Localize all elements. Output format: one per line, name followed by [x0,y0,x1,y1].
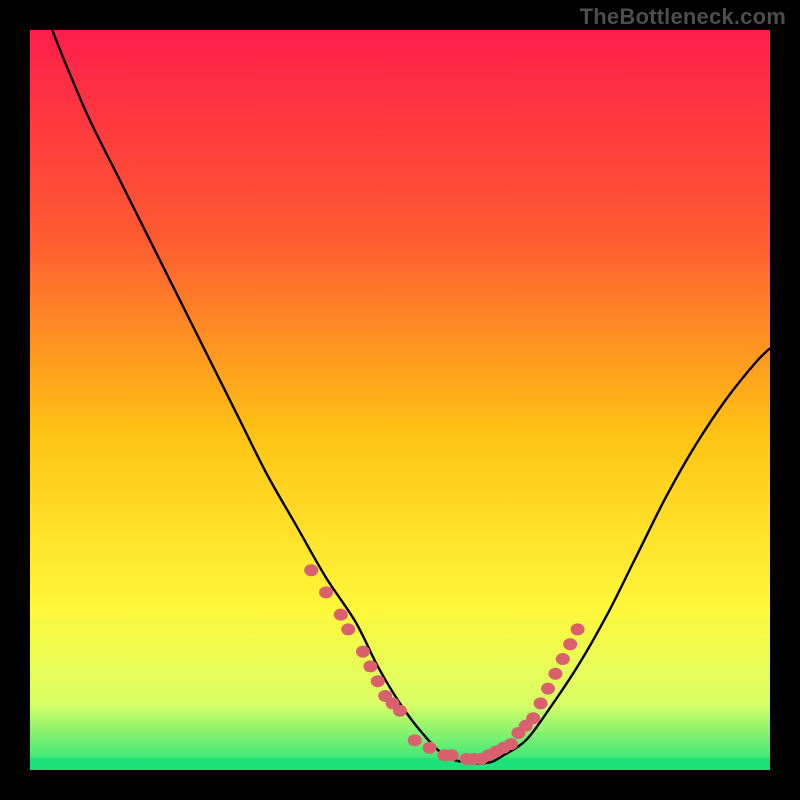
chart-frame: TheBottleneck.com [0,0,800,800]
curve-marker [319,586,333,598]
curve-marker [571,623,585,635]
curve-marker [548,668,562,680]
green-bottom-band [30,758,770,770]
curve-marker [408,734,422,746]
curve-marker [393,705,407,717]
bottleneck-chart [0,0,800,800]
curve-marker [363,660,377,672]
curve-marker [356,646,370,658]
curve-marker [371,675,385,687]
curve-marker [563,638,577,650]
curve-marker [304,564,318,576]
curve-marker [541,683,555,695]
curve-marker [341,623,355,635]
curve-marker [334,609,348,621]
curve-marker [504,738,518,750]
curve-marker [445,749,459,761]
curve-marker [526,712,540,724]
curve-marker [534,697,548,709]
curve-marker [423,742,437,754]
gradient-background [30,30,770,770]
curve-marker [556,653,570,665]
